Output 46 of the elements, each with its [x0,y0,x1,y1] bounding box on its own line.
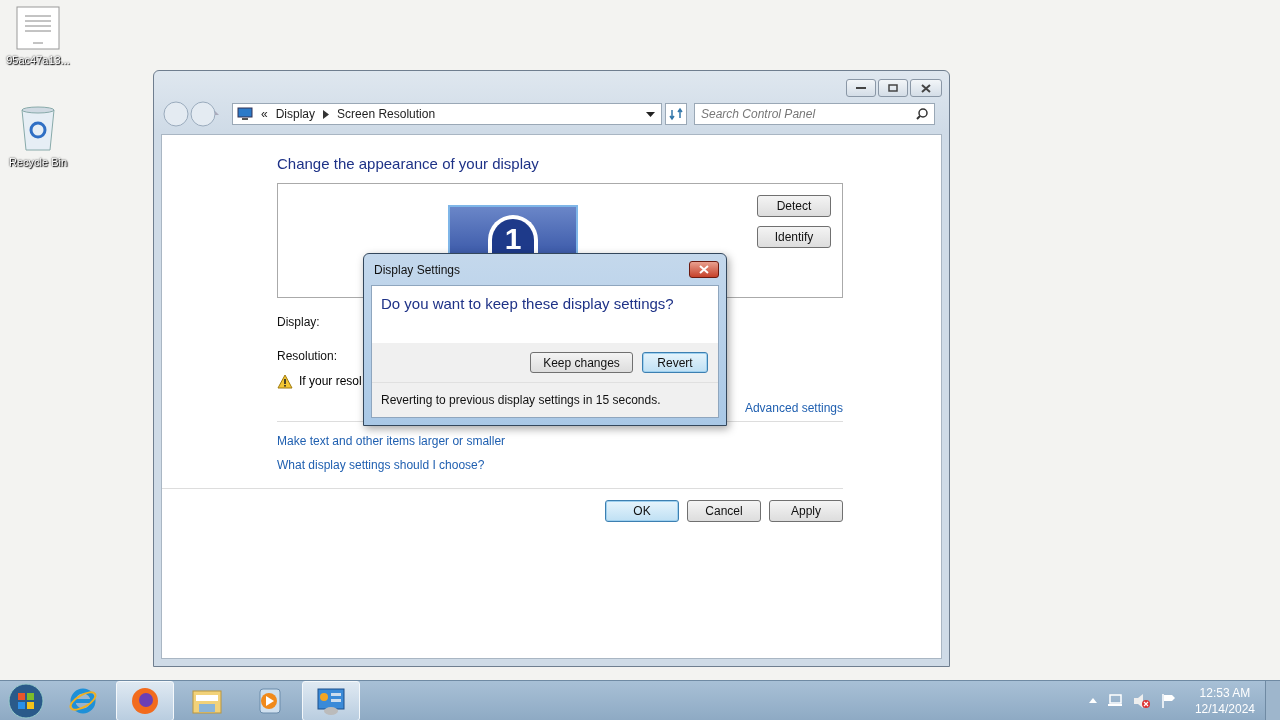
help-link[interactable]: Make text and other items larger or smaller [277,434,506,448]
taskbar-button[interactable] [116,680,174,720]
warning-icon [277,373,293,389]
panel-button[interactable]: Identify [757,226,831,248]
breadcrumb-item[interactable]: Display [275,107,316,121]
fox-globe-icon [130,685,160,716]
taskbar-button[interactable] [302,680,360,720]
desktop-icon-label[interactable]: Recycle Bin [8,156,68,168]
minimize-icon [856,86,866,90]
address-bar[interactable]: « Display Screen Resolution [232,103,662,125]
dialog-button[interactable]: Keep changes [530,352,633,373]
search-field[interactable]: Search Control Panel [694,103,935,125]
advanced-settings-link[interactable]: Advanced settings [744,401,843,415]
close-button[interactable] [910,79,942,97]
field-label: Display: [277,314,320,329]
recycle-bin-icon[interactable] [20,106,56,152]
breadcrumb-item[interactable]: Screen Resolution [337,107,436,121]
refresh-button[interactable] [665,103,687,125]
panel-button[interactable]: Detect [757,195,831,217]
countdown-text: Reverting to previous display settings in 15 seconds. [380,392,662,409]
breadcrumb-arrow-icon [323,109,330,119]
page-heading: Change the appearance of your display [277,155,540,172]
refresh-icon [669,107,683,121]
control-panel-icon [315,685,347,716]
field-label: Resolution: [277,349,338,363]
maximize-button[interactable] [878,79,908,97]
help-link[interactable]: What display settings should I choose? [277,458,485,472]
dialog-action-button[interactable]: OK [605,500,679,522]
dialog-question: Do you want to keep these display settings? [372,286,718,343]
close-icon [699,265,709,274]
search-icon[interactable] [916,108,928,120]
dialog-title: Display Settings [374,262,461,277]
muted-speaker-icon[interactable] [1132,692,1151,709]
desktop-icon-label[interactable]: 95ac47a13... [6,54,70,66]
dropdown-arrow-icon[interactable] [646,111,655,117]
dialog-action-button[interactable]: Apply [769,500,843,522]
monitor-icon [237,107,253,121]
dialog-button[interactable]: Revert [642,352,708,373]
dialog-action-button[interactable]: Cancel [687,500,761,522]
maximize-icon [888,84,898,92]
start-button[interactable] [8,682,44,719]
breadcrumb-chevron[interactable]: « [261,107,268,121]
warning-text: If your resol [299,374,362,388]
close-icon [921,83,931,93]
close-button[interactable] [689,261,719,278]
minimize-button[interactable] [846,79,876,97]
